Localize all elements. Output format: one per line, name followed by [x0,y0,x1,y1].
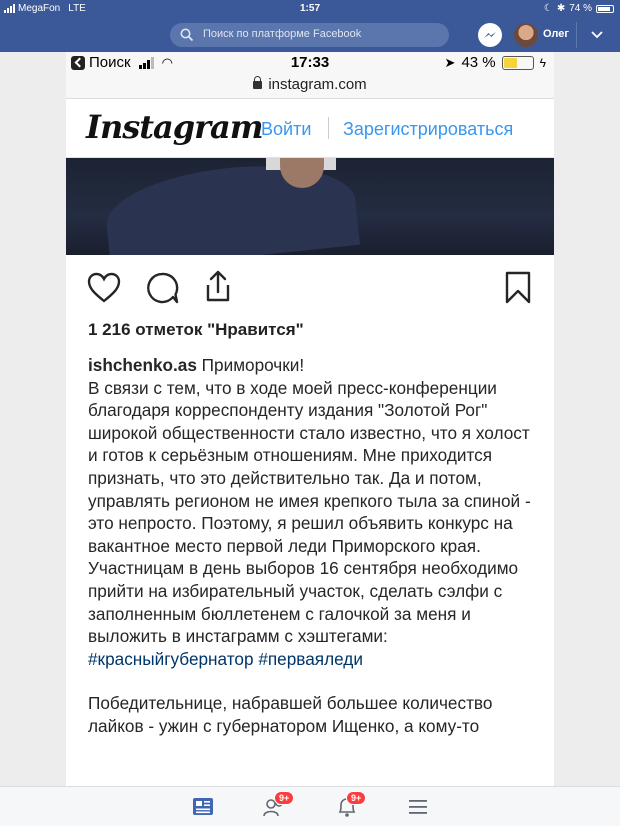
bookmark-icon[interactable] [500,270,536,306]
caption-body: В связи с тем, что в ходе моей пресс-кон… [88,377,531,647]
bluetooth-icon: ✱ [556,3,566,14]
instagram-logo[interactable]: Instagram [86,108,264,146]
heart-icon[interactable] [86,270,122,306]
user-name[interactable]: Олег [543,28,569,40]
header-divider [328,117,329,139]
battery-icon [596,4,614,13]
facebook-top-bar: Поиск по платформе Facebook Олег [0,18,620,52]
hashtag-link[interactable]: #перваяледи [258,649,363,669]
ipad-clock: 1:57 [299,3,320,14]
location-icon: ➤ [444,54,456,70]
post-photo[interactable] [66,158,554,255]
news-feed-icon[interactable] [191,795,217,819]
moon-icon: ☾ [543,3,553,14]
lock-icon [253,76,263,89]
charging-icon: ϟ [539,55,546,70]
divider [576,22,577,48]
phone-screenshot: Поиск ◠ 17:33 ➤ 43 % ϟ instagram.com Ins… [66,52,554,786]
likes-count[interactable]: 1 216 отметок "Нравится" [88,320,304,340]
url-text: instagram.com [268,76,367,93]
facebook-tab-bar: 9+ 9+ [0,786,620,826]
instagram-header: Instagram Войти Зарегистрироваться [66,100,554,158]
signup-link[interactable]: Зарегистрироваться [343,119,513,140]
login-link[interactable]: Войти [261,119,311,140]
search-icon [180,28,194,42]
caption-paragraph-2: Победительнице, набравшей большее количе… [88,693,493,736]
hashtag-link[interactable]: #красныйгубернатор [88,649,254,669]
post-username[interactable]: ishchenko.as [88,355,197,375]
tab-friend-requests[interactable]: 9+ [262,791,295,819]
caption-paragraph-1: ishchenko.as Приморочки! В связи с тем, ч… [88,354,538,670]
ipad-status-right: ☾ ✱ 74 % [544,3,614,14]
search-placeholder: Поиск по платформе Facebook [203,28,362,40]
notifications-badge: 9+ [346,791,367,805]
caption-greeting: Приморочки! [196,355,305,375]
post-image-area: Поиск ◠ 17:33 ➤ 43 % ϟ instagram.com Ins… [0,52,620,786]
chevron-down-icon[interactable] [589,26,605,42]
user-avatar[interactable] [514,23,538,47]
messenger-icon[interactable] [478,23,502,47]
share-icon[interactable] [200,268,236,304]
battery-percent: 74 % [569,3,592,14]
tab-notifications[interactable]: 9+ [334,791,367,819]
phone-status-right: ➤ 43 % ϟ [445,54,546,71]
phone-battery-percent: 43 % [461,54,496,71]
phone-status-bar: Поиск ◠ 17:33 ➤ 43 % ϟ [66,52,554,73]
post-actions [66,255,554,325]
browser-url-bar[interactable]: instagram.com [66,73,554,99]
comment-icon[interactable] [144,270,180,306]
phone-battery-icon [501,55,534,70]
ipad-status-bar: MegaFon LTE 1:57 ☾ ✱ 74 % [0,0,620,18]
friends-badge: 9+ [274,791,295,805]
post-caption: ishchenko.as Приморочки! В связи с тем, ч… [88,354,538,738]
menu-icon[interactable] [405,795,431,819]
facebook-search-input[interactable]: Поиск по платформе Facebook [170,23,449,47]
